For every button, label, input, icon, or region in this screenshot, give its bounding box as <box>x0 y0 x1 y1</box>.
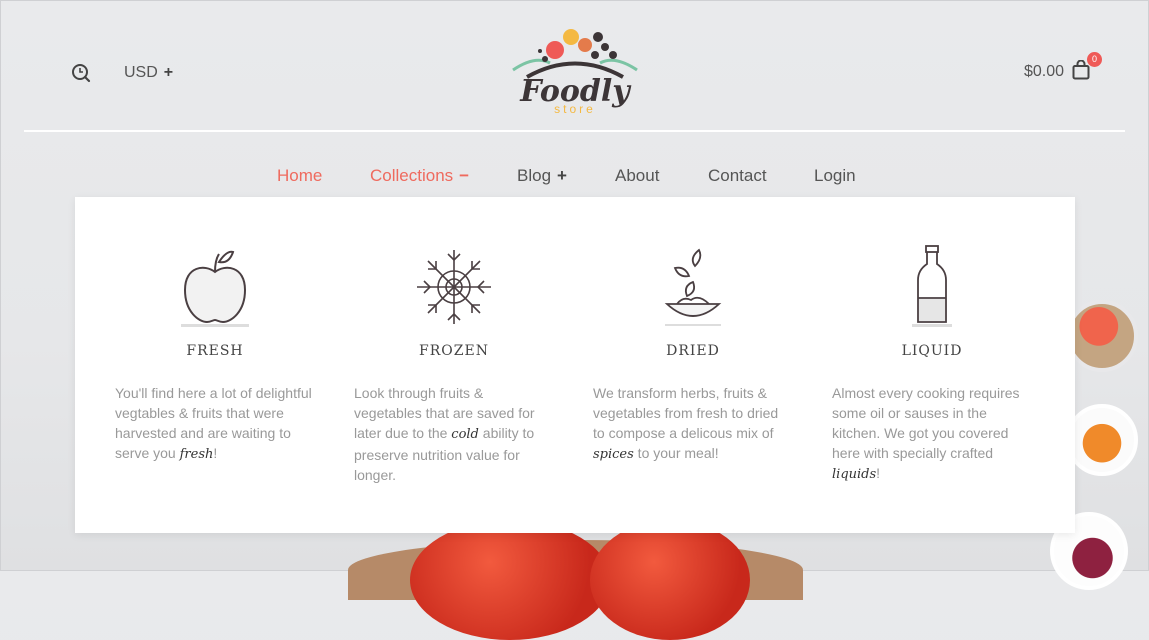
collection-description: We transform herbs, fruits & vegetables … <box>593 385 779 462</box>
thumbnail-tomatoes[interactable] <box>1066 300 1138 372</box>
collections-mega-menu: FRESH You'll find here a lot of delightf… <box>75 197 1075 533</box>
nav-item-home[interactable]: Home <box>277 166 322 186</box>
collection-description: You'll find here a lot of delightful veg… <box>115 385 312 462</box>
tomato-image <box>410 520 610 640</box>
bottle-icon <box>892 242 972 332</box>
cart-count-badge: 0 <box>1087 52 1102 67</box>
nav-label: Login <box>814 166 856 185</box>
cart-total: $0.00 <box>1023 63 1064 80</box>
search-icon[interactable] <box>70 62 92 84</box>
currency-toggle-icon: + <box>163 64 174 81</box>
currency-label: USD <box>124 64 158 81</box>
header-left: USD + <box>70 62 173 84</box>
thumbnail-pumpkin[interactable] <box>1066 404 1138 476</box>
cart-button[interactable]: $0.00 0 <box>1023 52 1102 84</box>
tomato-image <box>590 520 750 640</box>
nav-label: Collections <box>370 166 454 185</box>
svg-text:store: store <box>554 102 596 116</box>
collection-description: Almost every cooking requires some oil o… <box>832 385 1020 482</box>
header-divider <box>24 130 1125 132</box>
collection-title: FRESH <box>186 343 244 359</box>
nav-label: About <box>615 166 660 185</box>
main-nav: Home Collections − Blog + About Contact Lo… <box>0 166 1149 190</box>
apple-icon <box>175 242 255 332</box>
collection-description: Look through fruits & vegetables that ar… <box>354 385 535 483</box>
dried-leaves-bowl-icon <box>653 242 733 332</box>
expand-icon: + <box>557 166 567 185</box>
nav-label: Contact <box>708 166 767 185</box>
collection-title: LIQUID <box>901 343 963 359</box>
shopping-bag-icon: 0 <box>1072 52 1102 84</box>
nav-item-contact[interactable]: Contact <box>708 166 767 186</box>
nav-item-login[interactable]: Login <box>814 166 856 186</box>
nav-item-collections[interactable]: Collections − <box>370 166 469 186</box>
snowflake-icon <box>414 242 494 332</box>
collection-title: DRIED <box>666 343 720 359</box>
nav-item-blog[interactable]: Blog + <box>517 166 567 186</box>
nav-label: Blog <box>517 166 552 185</box>
collection-title: FROZEN <box>419 343 489 359</box>
nav-label: Home <box>277 166 323 185</box>
collapse-icon: − <box>459 166 470 185</box>
currency-selector[interactable]: USD + <box>124 64 173 82</box>
store-logo[interactable]: Foodly store <box>505 15 645 120</box>
nav-item-about[interactable]: About <box>615 166 659 186</box>
